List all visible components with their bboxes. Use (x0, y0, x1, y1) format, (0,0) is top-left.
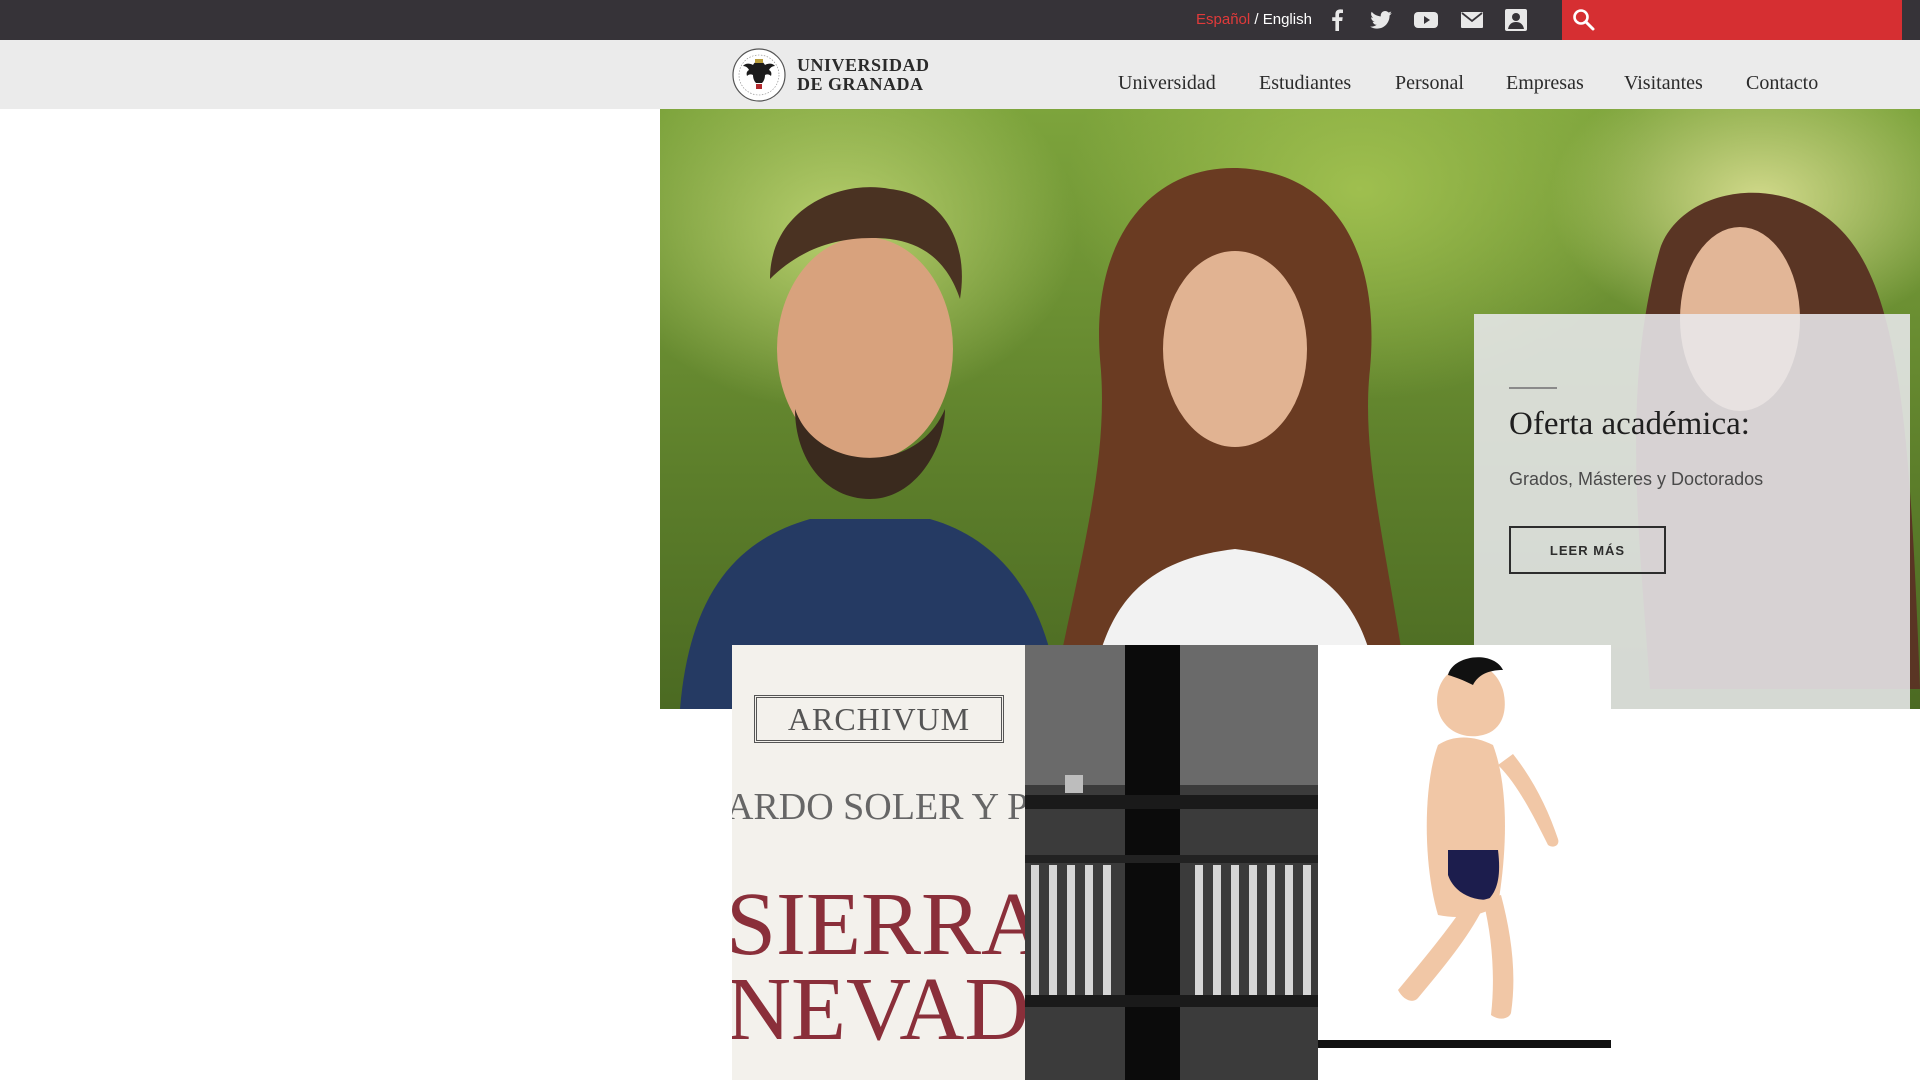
logo-line2: DE GRANADA (797, 74, 924, 94)
university-logo[interactable]: UNIVERSIDAD DE GRANADA (731, 46, 931, 104)
language-switcher: Español / English (1196, 11, 1312, 28)
card-title: Oferta académica: (1509, 406, 1750, 442)
tile1-line2: SIERRA (732, 875, 1025, 974)
search-box[interactable] (1562, 0, 1902, 40)
directory-icon[interactable] (1504, 8, 1528, 32)
search-input[interactable] (1606, 6, 1896, 34)
logo-text: UNIVERSIDAD DE GRANADA (797, 56, 930, 94)
twitter-icon[interactable] (1369, 8, 1393, 32)
search-icon[interactable] (1572, 8, 1596, 37)
tile1-line3: NEVADA (732, 960, 1025, 1059)
university-seal-icon (732, 48, 786, 102)
language-separator: / (1250, 11, 1263, 28)
tile-archivum[interactable]: ARCHIVUM ARDO SOLER Y P SIERRA NEVADA (732, 645, 1025, 1080)
nav-contacto[interactable]: Contacto (1746, 72, 1818, 95)
nav-universidad[interactable]: Universidad (1118, 72, 1216, 95)
tile-walking-figure[interactable] (1318, 645, 1611, 1080)
nav-personal[interactable]: Personal (1395, 72, 1464, 95)
mail-icon[interactable] (1460, 8, 1484, 32)
nav-empresas[interactable]: Empresas (1506, 72, 1584, 95)
courtyard-photo (1025, 645, 1318, 1080)
tile-historic-courtyard[interactable] (1025, 645, 1318, 1080)
youtube-icon[interactable] (1414, 8, 1438, 32)
card-subtitle: Grados, Másteres y Doctorados (1509, 469, 1764, 489)
logo-line1: UNIVERSIDAD (797, 55, 930, 75)
language-es-link[interactable]: Español (1196, 11, 1250, 28)
nav-visitantes[interactable]: Visitantes (1624, 72, 1703, 95)
read-more-button[interactable]: LEER MÁS (1509, 526, 1666, 574)
language-en-link[interactable]: English (1263, 11, 1312, 28)
facebook-icon[interactable] (1325, 8, 1349, 32)
main-header: UNIVERSIDAD DE GRANADA Universidad Estud… (0, 40, 1920, 109)
walking-figure-illustration (1318, 645, 1611, 1080)
nav-estudiantes[interactable]: Estudiantes (1259, 72, 1351, 95)
archivum-sign: ARCHIVUM (754, 695, 1004, 743)
tile1-line1: ARDO SOLER Y P (732, 786, 1025, 828)
card-divider (1509, 387, 1557, 389)
top-bar: Español / English (0, 0, 1920, 40)
